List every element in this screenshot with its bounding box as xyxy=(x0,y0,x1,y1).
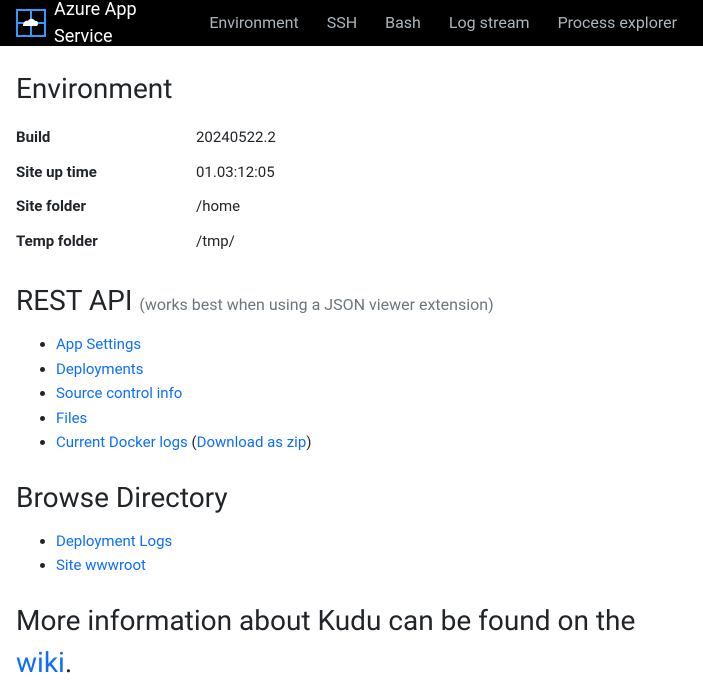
environment-table: Build 20240522.2 Site up time 01.03:12:0… xyxy=(16,120,276,258)
restapi-heading: REST API (works best when using a JSON v… xyxy=(16,280,687,322)
link-docker-logs[interactable]: Current Docker logs xyxy=(56,433,188,451)
nav-bash[interactable]: Bash xyxy=(375,3,431,43)
table-row: Site folder /home xyxy=(16,189,276,224)
link-download-zip[interactable]: Download as zip xyxy=(197,433,307,451)
list-item: Deployment Logs xyxy=(56,529,687,554)
paren-close: ) xyxy=(306,433,311,451)
env-key-tempfolder: Temp folder xyxy=(16,224,196,259)
list-item: Site wwwroot xyxy=(56,553,687,578)
nav-process-explorer[interactable]: Process explorer xyxy=(548,3,687,43)
browse-heading: Browse Directory xyxy=(16,477,687,519)
list-item: Deployments xyxy=(56,357,687,382)
nav-log-stream[interactable]: Log stream xyxy=(439,3,540,43)
brand-label: Azure App Service xyxy=(54,0,183,50)
list-item: Files xyxy=(56,406,687,431)
list-item: Current Docker logs (Download as zip) xyxy=(56,430,687,455)
more-info: More information about Kudu can be found… xyxy=(16,600,687,684)
env-key-sitefolder: Site folder xyxy=(16,189,196,224)
nav-environment[interactable]: Environment xyxy=(199,3,308,43)
link-site-wwwroot[interactable]: Site wwwroot xyxy=(56,556,146,574)
env-val-build: 20240522.2 xyxy=(196,120,276,155)
env-val-uptime: 01.03:12:05 xyxy=(196,155,276,190)
env-key-uptime: Site up time xyxy=(16,155,196,190)
brand[interactable]: Azure App Service xyxy=(16,0,183,50)
link-wiki[interactable]: wiki xyxy=(16,646,65,679)
env-val-tempfolder: /tmp/ xyxy=(196,224,276,259)
environment-heading: Environment xyxy=(16,68,687,110)
more-info-suffix: . xyxy=(65,646,72,679)
restapi-heading-text: REST API xyxy=(16,284,139,317)
table-row: Temp folder /tmp/ xyxy=(16,224,276,259)
link-source-control[interactable]: Source control info xyxy=(56,384,182,402)
env-key-build: Build xyxy=(16,120,196,155)
azure-cloud-icon xyxy=(16,9,46,37)
link-deployments[interactable]: Deployments xyxy=(56,360,143,378)
list-item: App Settings xyxy=(56,332,687,357)
restapi-links: App Settings Deployments Source control … xyxy=(16,332,687,455)
paren-open: ( xyxy=(188,433,197,451)
browse-links: Deployment Logs Site wwwroot xyxy=(16,529,687,578)
link-deployment-logs[interactable]: Deployment Logs xyxy=(56,532,172,550)
more-info-prefix: More information about Kudu can be found… xyxy=(16,604,635,637)
nav-ssh[interactable]: SSH xyxy=(317,3,367,43)
restapi-hint: (works best when using a JSON viewer ext… xyxy=(139,295,493,314)
table-row: Site up time 01.03:12:05 xyxy=(16,155,276,190)
main-content: Environment Build 20240522.2 Site up tim… xyxy=(0,68,703,684)
env-val-sitefolder: /home xyxy=(196,189,276,224)
link-files[interactable]: Files xyxy=(56,409,87,427)
table-row: Build 20240522.2 xyxy=(16,120,276,155)
list-item: Source control info xyxy=(56,381,687,406)
link-app-settings[interactable]: App Settings xyxy=(56,335,141,353)
navbar: Azure App Service Environment SSH Bash L… xyxy=(0,0,703,46)
